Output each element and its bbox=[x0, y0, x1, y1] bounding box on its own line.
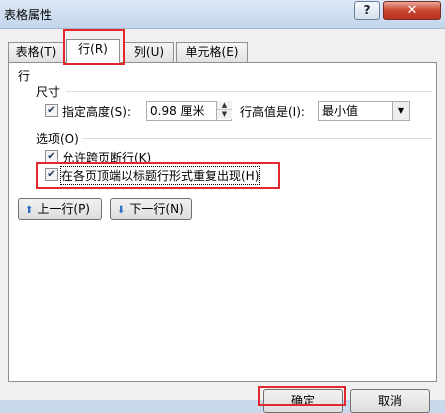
next-row-button[interactable]: ⬇ 下一行(N) bbox=[110, 198, 192, 220]
help-icon: ? bbox=[363, 3, 371, 17]
height-value: 0.98 厘米 bbox=[150, 104, 205, 118]
spin-up-icon[interactable]: ▲ bbox=[217, 101, 232, 110]
title-bar: 表格属性 ? ✕ bbox=[0, 0, 445, 28]
spin-down-icon[interactable]: ▼ bbox=[217, 110, 232, 119]
chevron-down-icon: ▼ bbox=[397, 106, 405, 115]
cancel-button[interactable]: 取消 bbox=[350, 389, 430, 413]
row-height-is-value: 最小值 bbox=[322, 104, 359, 118]
highlight-box-tab bbox=[63, 29, 125, 65]
dropdown-arrow-icon[interactable]: ▼ bbox=[392, 102, 409, 120]
prev-row-label: 上一行(P) bbox=[37, 202, 90, 216]
options-group-label: 选项(O) bbox=[36, 132, 79, 146]
tab-cell[interactable]: 单元格(E) bbox=[176, 42, 248, 62]
options-divider bbox=[82, 138, 432, 139]
size-group-label: 尺寸 bbox=[36, 85, 61, 99]
highlight-box-option bbox=[36, 162, 280, 189]
help-button[interactable]: ? bbox=[354, 1, 380, 20]
dialog-title: 表格属性 bbox=[4, 8, 53, 22]
highlight-box-ok bbox=[258, 386, 346, 406]
cancel-label: 取消 bbox=[377, 394, 402, 408]
height-spinner[interactable]: ▲ ▼ bbox=[216, 101, 232, 121]
tab-label: 表格(T) bbox=[15, 45, 57, 59]
row-height-is-label: 行高值是(I): bbox=[240, 105, 305, 119]
prev-row-button[interactable]: ⬆ 上一行(P) bbox=[18, 198, 102, 220]
arrow-up-icon: ⬆ bbox=[25, 205, 34, 216]
specify-height-checkbox[interactable]: ✔ bbox=[45, 104, 58, 117]
next-row-label: 下一行(N) bbox=[129, 202, 184, 216]
check-icon: ✔ bbox=[47, 151, 56, 162]
tab-column[interactable]: 列(U) bbox=[124, 42, 174, 62]
close-button[interactable]: ✕ bbox=[383, 1, 441, 20]
size-divider bbox=[66, 91, 432, 92]
tab-table[interactable]: 表格(T) bbox=[8, 42, 64, 62]
section-title-row: 行 bbox=[18, 69, 31, 83]
check-icon: ✔ bbox=[47, 105, 56, 116]
tab-label: 单元格(E) bbox=[185, 45, 239, 59]
specify-height-label: 指定高度(S): bbox=[62, 105, 132, 119]
tab-label: 列(U) bbox=[133, 45, 165, 59]
arrow-down-icon: ⬇ bbox=[117, 205, 126, 216]
close-icon: ✕ bbox=[406, 3, 418, 18]
